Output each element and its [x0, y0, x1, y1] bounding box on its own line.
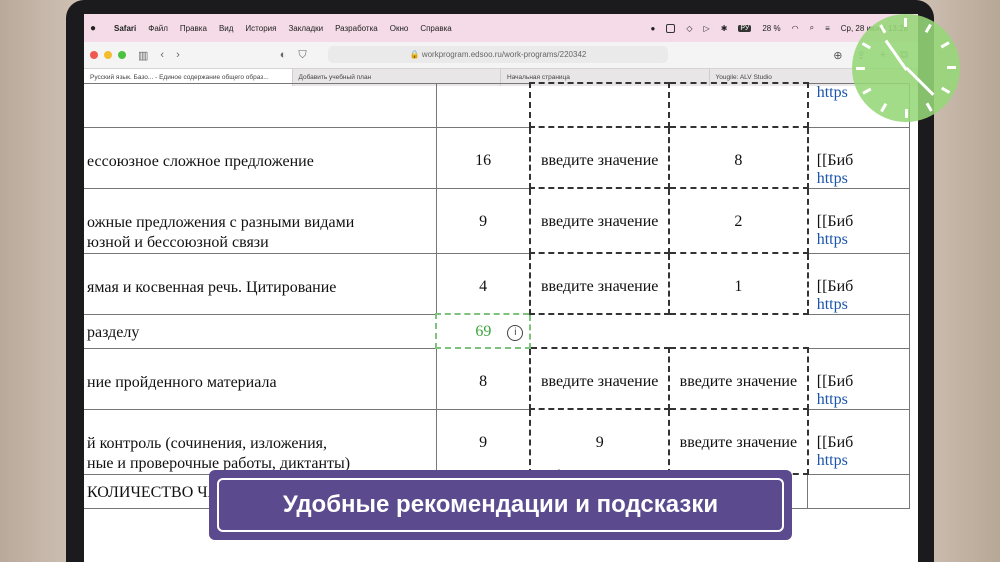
topic-cell: ние пройденного материала: [84, 347, 437, 410]
menu-history[interactable]: История: [245, 24, 276, 33]
topic-cell: ямая и косвенная речь. Цитирование: [84, 252, 437, 315]
resource-link[interactable]: https: [817, 296, 909, 314]
table-row: ожные предложения с разными видами юзной …: [84, 187, 910, 254]
hours-cell: 16: [435, 126, 531, 189]
table-row: ние пройденного материала 8 введите знач…: [84, 347, 910, 410]
screen-icon[interactable]: [666, 23, 676, 33]
resource-cell: [[Биб https: [807, 252, 910, 315]
table-row-section-total: разделу 69 i: [84, 313, 911, 349]
address-bar[interactable]: 🔒 workprogram.edsoo.ru/work-programs/220…: [328, 46, 668, 63]
shield-icon[interactable]: ◇: [686, 24, 692, 33]
control-input[interactable]: 9: [529, 408, 671, 475]
browser-toolbar: ▥ ‹ › ◐ ⛉ 🔒 workprogram.edsoo.ru/work-pr…: [84, 42, 918, 68]
topic-cell: й контроль (сочинения, изложения, ные и п…: [84, 408, 437, 475]
control-center-icon[interactable]: ≡: [825, 24, 830, 33]
control-input[interactable]: введите значение: [529, 187, 671, 254]
zoom-window-button[interactable]: [118, 51, 126, 59]
section-total-label: разделу: [84, 313, 437, 349]
back-icon[interactable]: ‹: [160, 49, 164, 61]
sidebar-icon[interactable]: ▥: [138, 49, 148, 62]
resource-link[interactable]: https: [817, 452, 909, 470]
hours-cell: 8: [435, 347, 531, 410]
clock-icon: [852, 14, 960, 122]
table-row: https: [84, 82, 910, 128]
forward-icon[interactable]: ›: [176, 49, 180, 61]
resource-cell: [[Биб https: [807, 347, 910, 410]
caption-banner: Удобные рекомендации и подсказки: [209, 470, 792, 540]
mac-menubar: ● Safari Файл Правка Вид История Закладк…: [84, 14, 918, 42]
wifi-icon[interactable]: ◠: [792, 24, 799, 33]
caption-text: Удобные рекомендации и подсказки: [217, 478, 784, 532]
program-table: https ессоюзное сложное предложение 16 в…: [84, 82, 911, 509]
resource-cell: [[Биб https: [807, 408, 910, 475]
empty-cell: [529, 313, 911, 349]
control-input[interactable]: введите значение: [529, 347, 671, 410]
resource-link[interactable]: https: [817, 231, 909, 249]
menu-file[interactable]: Файл: [148, 24, 168, 33]
input-language-badge[interactable]: РУ: [738, 24, 752, 32]
topic-cell: ожные предложения с разными видами юзной …: [84, 187, 437, 254]
record-icon[interactable]: ●: [651, 24, 656, 33]
resource-cell: [[Биб https: [807, 126, 910, 189]
minimize-window-button[interactable]: [104, 51, 112, 59]
practice-input[interactable]: [668, 82, 809, 128]
hours-cell: 4: [435, 252, 531, 315]
menu-edit[interactable]: Правка: [180, 24, 207, 33]
menu-safari[interactable]: Safari: [114, 24, 136, 33]
control-input[interactable]: введите значение: [529, 126, 671, 189]
hours-cell: [435, 82, 531, 128]
control-input[interactable]: введите значение: [529, 252, 671, 315]
menu-develop[interactable]: Разработка: [335, 24, 378, 33]
apple-icon[interactable]: ●: [90, 23, 102, 34]
practice-input[interactable]: введите значение: [668, 408, 809, 475]
control-input[interactable]: [529, 82, 671, 128]
topic-cell: ессоюзное сложное предложение: [84, 126, 437, 189]
shield-icon[interactable]: ⛉: [298, 49, 306, 62]
lock-icon: 🔒: [409, 50, 420, 59]
resource-link[interactable]: https: [817, 391, 909, 409]
menu-view[interactable]: Вид: [219, 24, 233, 33]
practice-input[interactable]: 8: [668, 126, 809, 189]
info-icon[interactable]: i: [507, 325, 524, 341]
resource-cell: [807, 473, 910, 509]
table-row: ессоюзное сложное предложение 16 введите…: [84, 126, 910, 189]
menu-help[interactable]: Справка: [420, 24, 451, 33]
battery-text[interactable]: 28 %: [762, 24, 780, 33]
resource-link[interactable]: https: [817, 170, 909, 188]
table-row: й контроль (сочинения, изложения, ные и п…: [84, 408, 910, 475]
menu-window[interactable]: Окно: [390, 24, 409, 33]
practice-input[interactable]: введите значение: [668, 347, 809, 410]
search-icon[interactable]: ⌕: [810, 23, 814, 33]
play-icon[interactable]: ▷: [704, 24, 710, 33]
hours-cell: 9: [435, 408, 531, 475]
practice-input[interactable]: 2: [668, 187, 809, 254]
practice-input[interactable]: 1: [668, 252, 809, 315]
download-icon[interactable]: ⊕: [833, 49, 842, 62]
url-text: workprogram.edsoo.ru/work-programs/22034…: [421, 50, 587, 59]
topic-cell: [84, 82, 437, 128]
privacy-icon[interactable]: ◐: [280, 49, 287, 61]
hours-cell: 9: [435, 187, 531, 254]
resource-cell: [[Биб https: [807, 187, 910, 254]
close-window-button[interactable]: [90, 51, 98, 59]
section-total-hours: 69 i: [435, 313, 532, 349]
menu-bookmarks[interactable]: Закладки: [288, 24, 323, 33]
table-row: ямая и косвенная речь. Цитирование 4 вве…: [84, 252, 910, 315]
bluetooth-icon[interactable]: ✱: [721, 24, 728, 33]
